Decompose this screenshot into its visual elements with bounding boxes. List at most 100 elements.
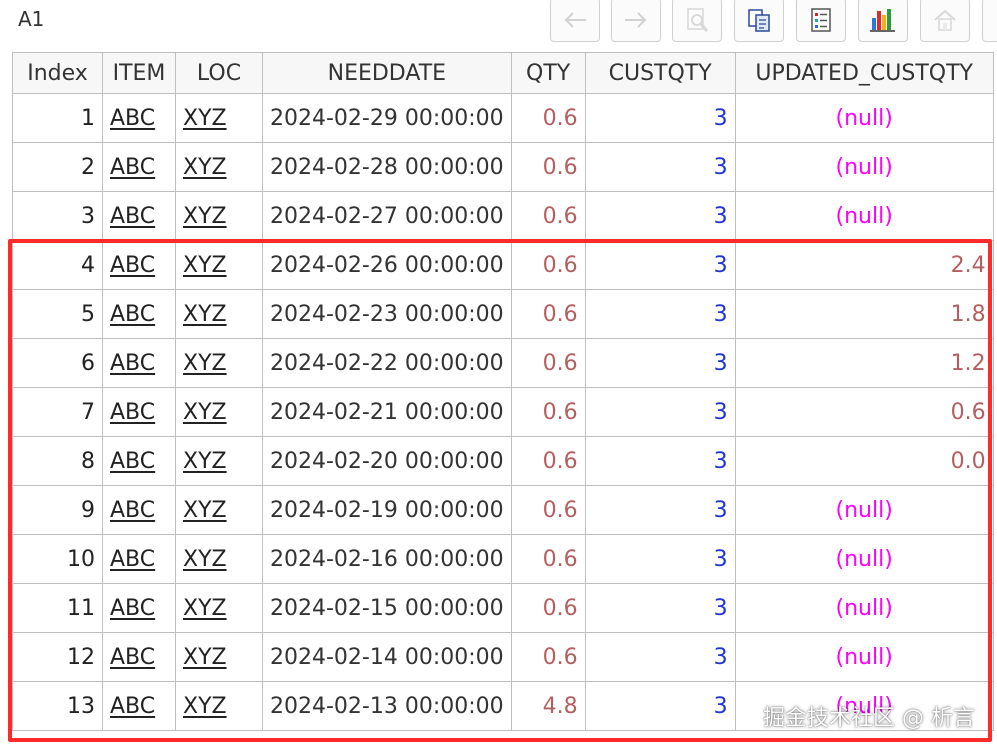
table-row[interactable]: 3 ABC XYZ 2024-02-27 00:00:00 0.6 3 (null)	[12, 191, 994, 241]
preview-button[interactable]	[672, 0, 722, 42]
cell-custqty[interactable]: 3	[584, 583, 736, 633]
table-row[interactable]: 10 ABC XYZ 2024-02-16 00:00:00 0.6 3 (null)	[12, 534, 994, 584]
cell-updated-custqty[interactable]: 0.6	[734, 387, 994, 437]
cell-qty[interactable]: 0.6	[510, 93, 586, 143]
cell-loc[interactable]: XYZ	[175, 289, 263, 339]
column-header-updated-custqty[interactable]: UPDATED_CUSTQTY	[734, 52, 994, 94]
cell-qty[interactable]: 0.6	[510, 289, 586, 339]
cell-item[interactable]: ABC	[102, 338, 176, 388]
cell-loc[interactable]: XYZ	[175, 436, 263, 486]
cell-updated-custqty[interactable]: 1.2	[734, 338, 994, 388]
cell-qty[interactable]: 0.6	[510, 387, 586, 437]
loc-link[interactable]: XYZ	[183, 694, 227, 719]
table-row[interactable]: 2 ABC XYZ 2024-02-28 00:00:00 0.6 3 (null)	[12, 142, 994, 192]
cell-updated-custqty[interactable]: (null)	[734, 191, 994, 241]
table-row[interactable]: 6 ABC XYZ 2024-02-22 00:00:00 0.6 3 1.2	[12, 338, 994, 388]
cell-needdate[interactable]: 2024-02-15 00:00:00	[262, 583, 512, 633]
cell-qty[interactable]: 0.6	[510, 583, 586, 633]
cell-needdate[interactable]: 2024-02-14 00:00:00	[262, 632, 512, 682]
cell-loc[interactable]: XYZ	[175, 583, 263, 633]
chart-button[interactable]	[858, 0, 908, 42]
cell-index[interactable]: 5	[12, 289, 103, 339]
cell-item[interactable]: ABC	[102, 387, 176, 437]
cell-qty[interactable]: 0.6	[510, 485, 586, 535]
cell-custqty[interactable]: 3	[584, 93, 736, 143]
column-header-index[interactable]: Index	[12, 52, 103, 94]
cell-item[interactable]: ABC	[102, 93, 176, 143]
cell-index[interactable]: 13	[12, 681, 103, 731]
cell-needdate[interactable]: 2024-02-16 00:00:00	[262, 534, 512, 584]
column-header-needdate[interactable]: NEEDDATE	[262, 52, 512, 94]
cell-updated-custqty[interactable]: 1.8	[734, 289, 994, 339]
cell-item[interactable]: ABC	[102, 240, 176, 290]
table-row[interactable]: 1 ABC XYZ 2024-02-29 00:00:00 0.6 3 (null)	[12, 93, 994, 143]
home-button[interactable]	[920, 0, 970, 42]
cell-loc[interactable]: XYZ	[175, 93, 263, 143]
cell-item[interactable]: ABC	[102, 583, 176, 633]
cell-loc[interactable]: XYZ	[175, 534, 263, 584]
cell-custqty[interactable]: 3	[584, 681, 736, 731]
cell-index[interactable]: 4	[12, 240, 103, 290]
cell-loc[interactable]: XYZ	[175, 632, 263, 682]
cell-loc[interactable]: XYZ	[175, 338, 263, 388]
loc-link[interactable]: XYZ	[183, 351, 227, 376]
item-link[interactable]: ABC	[110, 400, 155, 425]
cell-needdate[interactable]: 2024-02-28 00:00:00	[262, 142, 512, 192]
cell-index[interactable]: 8	[12, 436, 103, 486]
cell-updated-custqty[interactable]: 2.4	[734, 240, 994, 290]
forward-button[interactable]	[611, 0, 661, 42]
cell-index[interactable]: 2	[12, 142, 103, 192]
table-row[interactable]: 12 ABC XYZ 2024-02-14 00:00:00 0.6 3 (null)	[12, 632, 994, 682]
loc-link[interactable]: XYZ	[183, 547, 227, 572]
loc-link[interactable]: XYZ	[183, 253, 227, 278]
cell-index[interactable]: 3	[12, 191, 103, 241]
item-link[interactable]: ABC	[110, 645, 155, 670]
cell-index[interactable]: 11	[12, 583, 103, 633]
cell-updated-custqty[interactable]: (null)	[734, 485, 994, 535]
cell-custqty[interactable]: 3	[584, 387, 736, 437]
item-link[interactable]: ABC	[110, 155, 155, 180]
cell-custqty[interactable]: 3	[584, 338, 736, 388]
cell-index[interactable]: 1	[12, 93, 103, 143]
cell-index[interactable]: 12	[12, 632, 103, 682]
cell-item[interactable]: ABC	[102, 681, 176, 731]
cell-loc[interactable]: XYZ	[175, 142, 263, 192]
column-header-custqty[interactable]: CUSTQTY	[584, 52, 736, 94]
column-header-loc[interactable]: LOC	[175, 52, 263, 94]
cell-needdate[interactable]: 2024-02-19 00:00:00	[262, 485, 512, 535]
item-link[interactable]: ABC	[110, 694, 155, 719]
cell-needdate[interactable]: 2024-02-13 00:00:00	[262, 681, 512, 731]
item-link[interactable]: ABC	[110, 351, 155, 376]
loc-link[interactable]: XYZ	[183, 302, 227, 327]
cell-item[interactable]: ABC	[102, 142, 176, 192]
cell-loc[interactable]: XYZ	[175, 485, 263, 535]
cell-loc[interactable]: XYZ	[175, 681, 263, 731]
cell-item[interactable]: ABC	[102, 534, 176, 584]
item-link[interactable]: ABC	[110, 302, 155, 327]
cell-index[interactable]: 9	[12, 485, 103, 535]
cell-item[interactable]: ABC	[102, 485, 176, 535]
cell-qty[interactable]: 4.8	[510, 681, 586, 731]
item-link[interactable]: ABC	[110, 253, 155, 278]
cell-custqty[interactable]: 3	[584, 534, 736, 584]
cell-qty[interactable]: 0.6	[510, 534, 586, 584]
cell-custqty[interactable]: 3	[584, 632, 736, 682]
cell-index[interactable]: 7	[12, 387, 103, 437]
loc-link[interactable]: XYZ	[183, 449, 227, 474]
cell-loc[interactable]: XYZ	[175, 387, 263, 437]
table-row[interactable]: 4 ABC XYZ 2024-02-26 00:00:00 0.6 3 2.4	[12, 240, 994, 290]
table-row[interactable]: 5 ABC XYZ 2024-02-23 00:00:00 0.6 3 1.8	[12, 289, 994, 339]
cell-updated-custqty[interactable]: (null)	[734, 142, 994, 192]
cell-custqty[interactable]: 3	[584, 289, 736, 339]
cell-index[interactable]: 6	[12, 338, 103, 388]
back-button[interactable]	[550, 0, 600, 42]
column-header-qty[interactable]: QTY	[510, 52, 586, 94]
item-link[interactable]: ABC	[110, 547, 155, 572]
copy-button[interactable]	[734, 0, 784, 42]
loc-link[interactable]: XYZ	[183, 155, 227, 180]
cell-updated-custqty[interactable]: (null)	[734, 583, 994, 633]
cell-needdate[interactable]: 2024-02-27 00:00:00	[262, 191, 512, 241]
cell-needdate[interactable]: 2024-02-22 00:00:00	[262, 338, 512, 388]
loc-link[interactable]: XYZ	[183, 106, 227, 131]
cell-updated-custqty[interactable]: (null)	[734, 534, 994, 584]
